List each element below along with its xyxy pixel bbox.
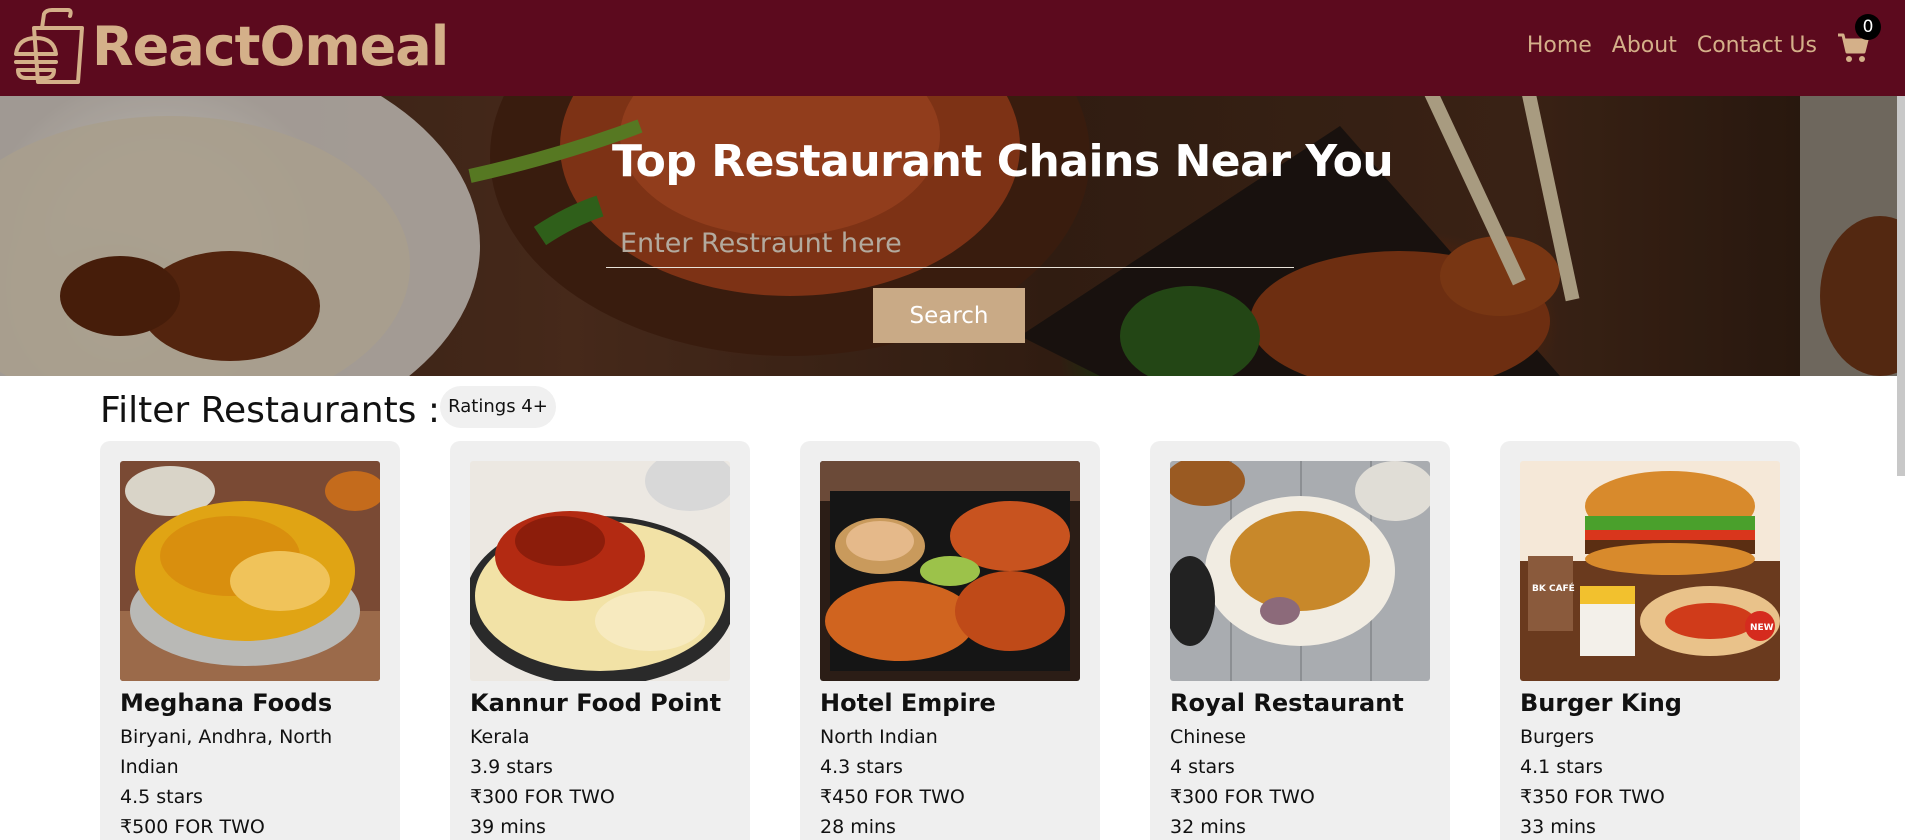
restaurant-cuisine: Burgers [1520,725,1595,748]
filter-title: Filter Restaurants : [100,390,441,431]
ratings-filter-button[interactable]: Ratings 4+ [440,386,556,428]
restaurant-name: Hotel Empire [820,689,996,717]
restaurant-cost: ₹300 FOR TWO [470,785,615,808]
restaurant-card[interactable]: Meghana Foods Biryani, Andhra, North Ind… [100,441,400,840]
restaurant-list: Meghana Foods Biryani, Andhra, North Ind… [100,441,1800,840]
bk-cafe-cup-label: BK CAFÉ [1532,582,1575,594]
restaurant-name: Kannur Food Point [470,689,722,717]
burger-bag-icon [14,8,84,84]
restaurant-rating: 4.5 stars [120,785,203,808]
restaurant-card[interactable]: Royal Restaurant Chinese 4 stars ₹300 FO… [1150,441,1450,840]
restaurant-image: BK CAFÉ NEW [1520,461,1780,681]
restaurant-delivery-time: 39 mins [470,815,546,838]
hero-title: Top Restaurant Chains Near You [612,136,1394,187]
restaurant-rating: 4 stars [1170,755,1235,778]
restaurant-rating: 4.3 stars [820,755,903,778]
restaurant-card[interactable]: BK CAFÉ NEW Burger King Burgers 4.1 star… [1500,441,1800,840]
nav-home[interactable]: Home [1527,35,1592,57]
restaurant-search-input[interactable] [606,220,1294,268]
restaurant-image [1170,461,1430,681]
restaurant-delivery-time: 28 mins [820,815,896,838]
restaurant-cost: ₹350 FOR TWO [1520,785,1665,808]
restaurant-name: Meghana Foods [120,689,333,717]
restaurant-image [120,461,380,681]
nav-contact-us[interactable]: Contact Us [1697,35,1817,57]
restaurant-name: Royal Restaurant [1170,689,1404,717]
brand-name: ReactOmeal [92,15,449,78]
cart-count-badge: 0 [1855,14,1881,40]
top-navbar: ReactOmeal Home About Contact Us 0 [0,0,1905,96]
restaurant-cost: ₹300 FOR TWO [1170,785,1315,808]
restaurant-cost: ₹450 FOR TWO [820,785,965,808]
restaurant-delivery-time: 33 mins [1520,815,1596,838]
restaurant-name: Burger King [1520,689,1682,717]
restaurant-rating: 4.1 stars [1520,755,1603,778]
page-scrollbar[interactable] [1897,96,1905,476]
restaurant-cuisine: Chinese [1170,725,1246,748]
brand-logo[interactable]: ReactOmeal [12,8,449,86]
restaurant-card[interactable]: Hotel Empire North Indian 4.3 stars ₹450… [800,441,1100,840]
nav-about[interactable]: About [1612,35,1677,57]
restaurant-rating: 3.9 stars [470,755,553,778]
restaurant-image [820,461,1080,681]
restaurant-cuisine: Kerala [470,725,530,748]
search-button[interactable]: Search [873,288,1025,343]
cart-button[interactable]: 0 [1837,14,1881,64]
main-nav: Home About Contact Us 0 [1527,14,1881,64]
restaurant-cost: ₹500 FOR TWO [120,815,265,838]
restaurant-cuisine: Biryani, Andhra, North Indian [120,725,333,778]
restaurant-delivery-time: 32 mins [1170,815,1246,838]
restaurant-image [470,461,730,681]
new-badge-label: NEW [1750,623,1774,633]
hero-banner: Top Restaurant Chains Near You Search [0,96,1905,376]
restaurant-cuisine: North Indian [820,725,938,748]
restaurant-card[interactable]: Kannur Food Point Kerala 3.9 stars ₹300 … [450,441,750,840]
